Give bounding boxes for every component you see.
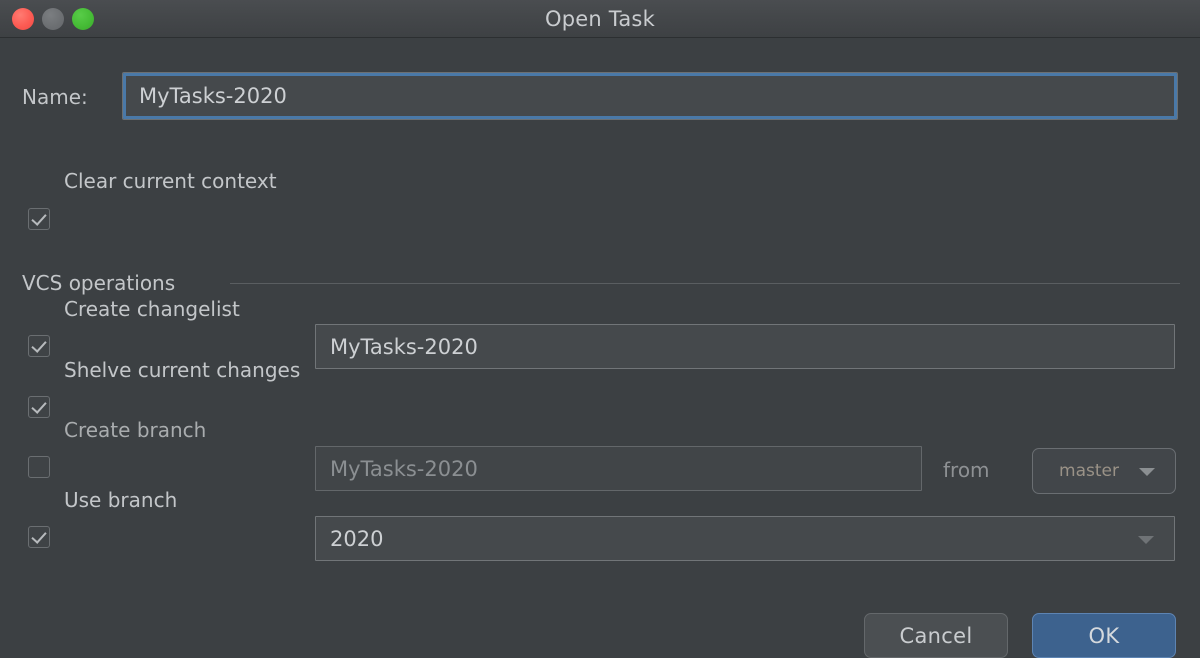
branch-name-input[interactable]: MyTasks-2020 [315, 446, 922, 491]
cancel-button[interactable]: Cancel [864, 613, 1008, 658]
chevron-down-icon [1138, 535, 1154, 544]
window-controls [12, 8, 94, 30]
checkbox-clear-current-context[interactable] [28, 208, 50, 230]
section-title-vcs-operations: VCS operations [22, 271, 176, 295]
window-title: Open Task [545, 7, 655, 31]
checkbox-shelve-current-changes[interactable] [28, 396, 50, 418]
label-create-changelist: Create changelist [64, 297, 240, 321]
ok-button[interactable]: OK [1032, 613, 1176, 658]
changelist-name-value: MyTasks-2020 [330, 334, 478, 359]
dialog-content: Name: MyTasks-2020 Clear current context… [0, 38, 1200, 658]
name-input[interactable]: MyTasks-2020 [122, 72, 1178, 120]
from-label: from [943, 458, 990, 482]
section-divider [230, 283, 1180, 284]
label-clear-current-context: Clear current context [64, 169, 277, 193]
changelist-name-input[interactable]: MyTasks-2020 [315, 324, 1175, 369]
branch-from-dropdown[interactable]: master [1032, 448, 1176, 494]
name-input-value: MyTasks-2020 [139, 84, 287, 108]
chevron-down-icon [1139, 468, 1155, 476]
label-create-branch: Create branch [64, 418, 207, 442]
maximize-window-icon[interactable] [72, 8, 94, 30]
close-window-icon[interactable] [12, 8, 34, 30]
checkbox-create-branch[interactable] [28, 456, 50, 478]
open-task-dialog: Open Task Name: MyTasks-2020 Clear curre… [0, 0, 1200, 658]
title-bar: Open Task [0, 0, 1200, 38]
label-shelve-current-changes: Shelve current changes [64, 358, 301, 382]
minimize-window-icon[interactable] [42, 8, 64, 30]
use-branch-value: 2020 [330, 526, 384, 551]
label-use-branch: Use branch [64, 488, 178, 512]
name-label: Name: [22, 85, 88, 109]
checkbox-use-branch[interactable] [28, 526, 50, 548]
checkbox-create-changelist[interactable] [28, 335, 50, 357]
branch-name-value: MyTasks-2020 [330, 456, 478, 481]
use-branch-combobox[interactable]: 2020 [315, 516, 1175, 561]
